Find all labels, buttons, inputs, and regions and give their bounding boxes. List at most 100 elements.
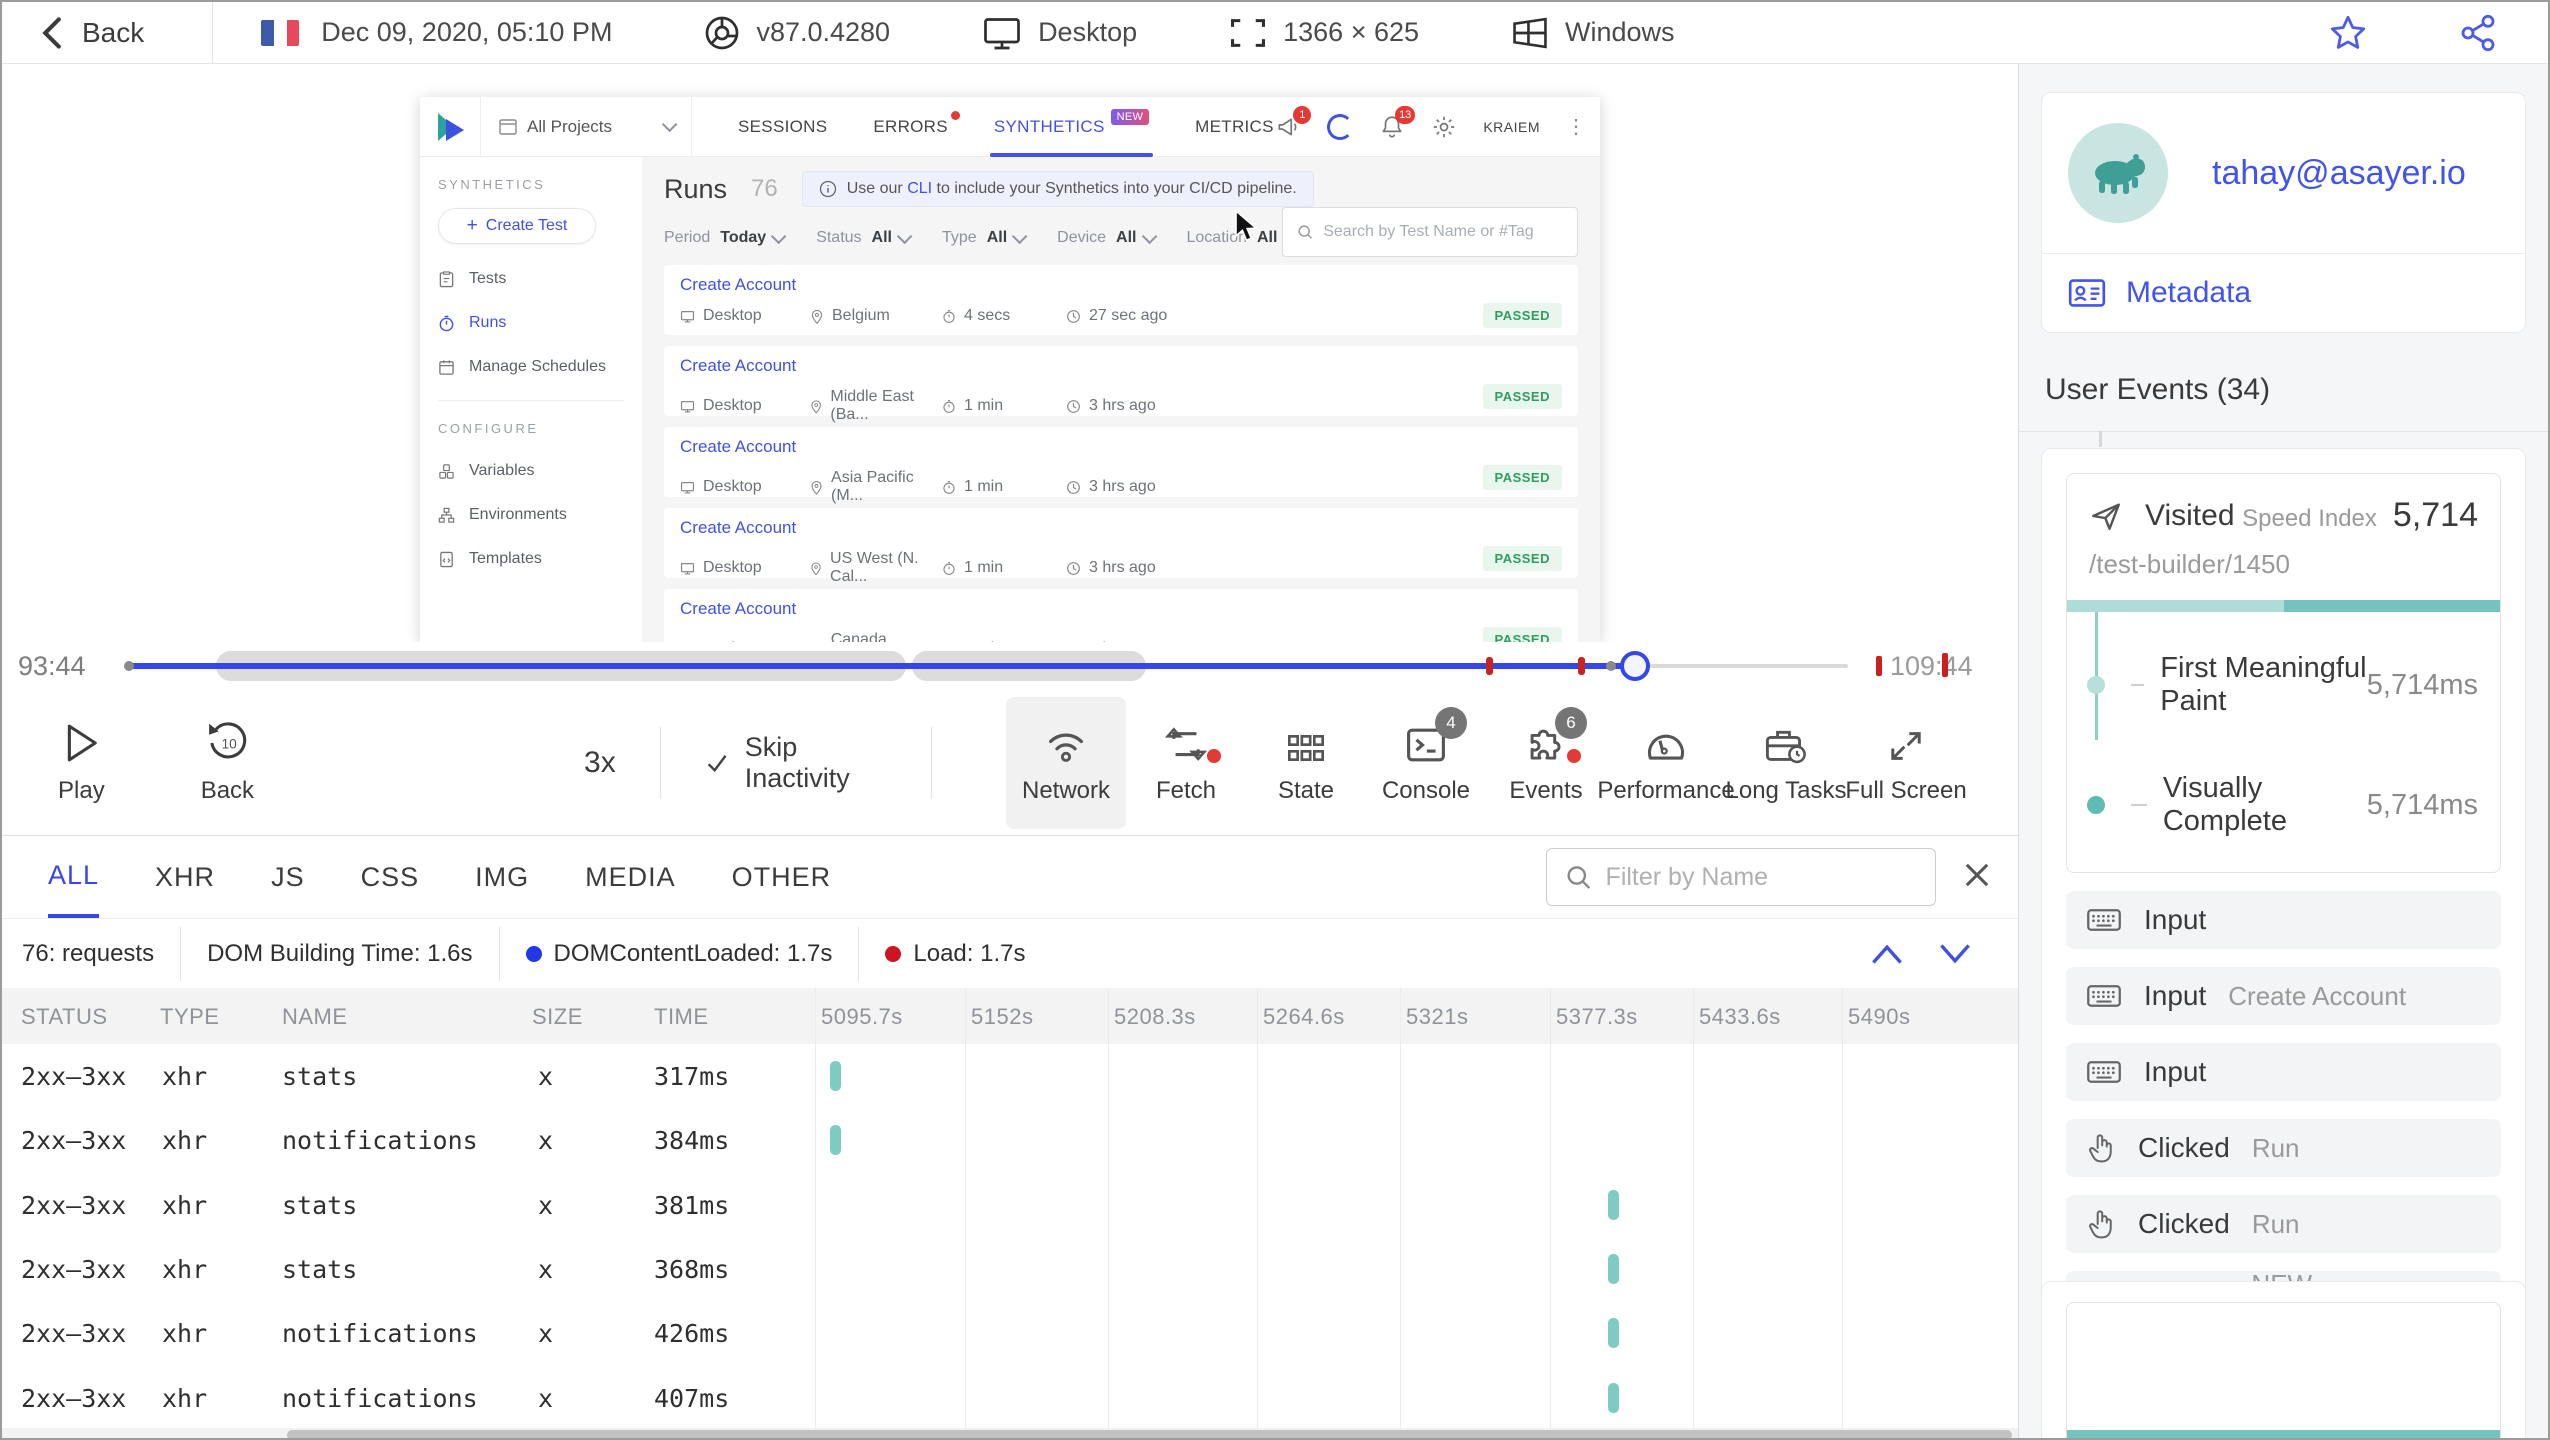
event-item-input[interactable]: Input [2066,891,2501,949]
windows-icon [1513,17,1547,48]
user-card: tahay@asayer.io Metadata [2041,92,2526,333]
monitor-icon [680,310,695,323]
time-tick: 5490s [1848,1004,1911,1029]
event-marker-gray[interactable] [1606,661,1616,671]
browser-version: v87.0.4280 [756,17,891,47]
event-item-clicked[interactable]: Clicked Run [2066,1195,2501,1253]
network-toggle[interactable]: Network [1006,696,1126,829]
resolution-info: 1366 × 625 [1229,16,1419,50]
event-item-clicked[interactable]: Clicked Run [2066,1119,2501,1177]
favorite-star-icon[interactable] [2328,14,2368,52]
timeline-track[interactable] [124,642,1882,690]
metadata-button[interactable]: Metadata [2042,253,2525,332]
performance-toggle[interactable]: Performance [1597,697,1735,829]
network-panel: ALL XHR JS CSS IMG MEDIA OTHER 76: reque… [2,835,2022,1438]
announcements-icon: 1 [1275,105,1312,140]
event-item-input[interactable]: Input [2066,1043,2501,1101]
network-request-row[interactable]: 2xx–3xx xhr notifications x 426ms [2,1301,2022,1365]
errors-red-dot [950,110,960,120]
events-red-dot [1567,748,1581,763]
os-name: Windows [1565,17,1675,47]
tab-css[interactable]: CSS [361,836,420,918]
long-tasks-toggle[interactable]: Long Tasks [1726,697,1847,829]
network-request-row[interactable]: 2xx–3xx xhr stats x 381ms [2,1173,2022,1237]
tab-img[interactable]: IMG [475,836,529,918]
filter-by-name-input[interactable] [1605,862,1917,892]
replayed-app-sidebar: SYNTHETICS + Create Test Tests Runs Manag… [420,157,642,642]
network-table-header: STATUS TYPE NAME SIZE TIME 5095.7s 5152s… [2,988,2022,1044]
keyboard-icon [2087,909,2121,931]
kebab-menu-icon: ⋮ [1566,116,1586,138]
filter-status: Status All [816,228,913,247]
speed-index-value: 5,714 [2392,496,2478,534]
console-toggle[interactable]: 4 Console [1366,697,1486,829]
play-button[interactable]: Play [58,721,105,805]
avatar [2068,123,2168,223]
col-type: TYPE [160,1004,220,1029]
stopwatch-icon [943,309,955,323]
events-toggle[interactable]: 6 Events [1486,697,1606,829]
full-screen-toggle[interactable]: Full Screen [1845,697,1967,829]
sidebar-item-tests: Tests [438,270,624,288]
network-request-row[interactable]: 2xx–3xx xhr stats x 368ms [2,1237,2022,1301]
visited-event-card[interactable]: Visited Speed Index 5,714 /test-builder/… [2066,473,2501,873]
click-hand-icon [2089,1210,2112,1239]
back-10s-button[interactable]: 10 Back [201,721,254,805]
fetch-toggle[interactable]: Fetch [1126,697,1246,829]
event-marker-red[interactable] [1876,656,1882,676]
divider [438,400,624,401]
user-events-title: User Events (34) [2045,373,2271,406]
event-item-input[interactable]: Input Create Account [2066,967,2501,1025]
tab-other[interactable]: OTHER [732,836,832,918]
tab-all[interactable]: ALL [48,836,100,918]
filter-by-name-box [1546,848,1936,906]
tab-js[interactable]: JS [271,836,305,918]
back-button[interactable]: Back [40,16,144,50]
sidebar-item-variables: Variables [438,462,624,480]
status-badge: PASSED [1482,384,1562,409]
replayed-app-screenshot: All Projects SESSIONS ERRORS SYNTHETICS N… [420,96,1600,642]
event-marker-red[interactable] [1486,657,1493,675]
run-row: Create Account Desktop Belgium 4 secs 27… [664,265,1578,335]
horizontal-scrollbar[interactable] [2,1428,2022,1438]
tab-media[interactable]: MEDIA [585,836,676,918]
run-row: Create Account Desktop Asia Pacific (M..… [664,427,1578,504]
briefcase-clock-icon [1765,730,1806,763]
status-badge: PASSED [1482,546,1562,571]
network-request-row[interactable]: 2xx–3xx xhr stats x 317ms [2,1044,2022,1108]
keyboard-icon [2087,1061,2121,1083]
skip-inactivity-toggle[interactable]: Skip Inactivity [705,732,888,794]
tab-xhr[interactable]: XHR [155,836,215,918]
time-tick: 5377.3s [1556,1004,1638,1029]
close-panel-icon[interactable] [1960,858,1994,892]
jump-up-icon[interactable] [1870,941,1904,967]
scrollbar-thumb[interactable] [287,1430,2012,1438]
user-email-link[interactable]: tahay@asayer.io [2212,154,2466,193]
search-icon [1298,225,1312,239]
event-marker-red[interactable] [1578,657,1585,675]
hierarchy-icon [438,507,455,523]
runs-search-box [1282,207,1578,257]
network-request-row[interactable]: 2xx–3xx xhr notifications x 384ms [2,1108,2022,1172]
session-datetime: Dec 09, 2020, 05:10 PM [321,17,613,47]
playhead[interactable] [1620,651,1650,681]
screen-size-icon [1231,18,1266,47]
speed-toggle[interactable]: 3x [584,746,616,780]
navigate-icon [2092,502,2120,530]
col-name: NAME [282,1004,348,1029]
replayed-app-header: All Projects SESSIONS ERRORS SYNTHETICS N… [420,96,1600,157]
bell-count: 13 [1395,105,1416,124]
jump-down-icon[interactable] [1938,941,1972,967]
network-request-row[interactable]: 2xx–3xx xhr notifications x 407ms [2,1366,2022,1430]
template-doc-icon [440,551,453,567]
visited-url: /test-builder/1450 [2089,549,2290,579]
cli-banner: Use our CLI to include your Synthetics i… [801,171,1314,207]
col-size: SIZE [532,1004,583,1029]
state-toggle[interactable]: State [1246,697,1366,829]
status-badge: PASSED [1482,627,1562,642]
gear-icon [1434,116,1455,137]
runs-page: Runs 76 Use our CLI to include your Synt… [642,157,1600,642]
project-selector: All Projects [480,96,693,157]
share-icon[interactable] [2458,13,2498,53]
os-info: Windows [1511,16,1675,50]
